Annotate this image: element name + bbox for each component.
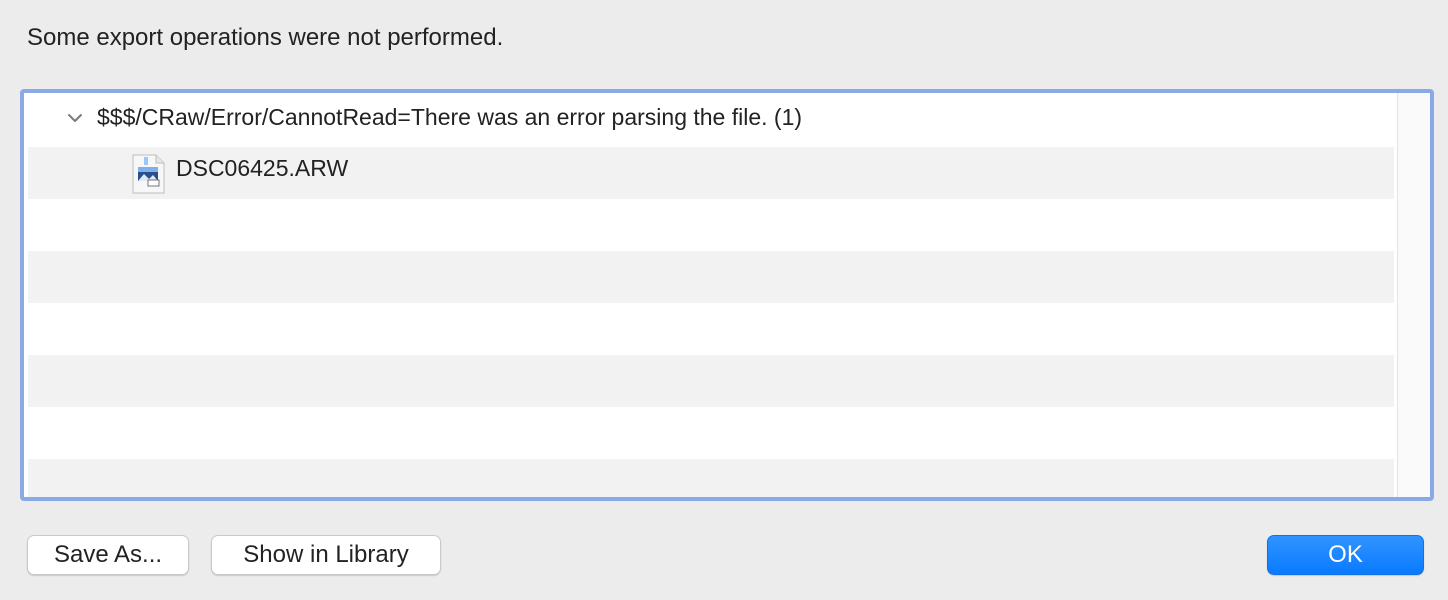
empty-row (28, 199, 1394, 251)
save-as-button[interactable]: Save As... (27, 535, 189, 575)
dialog-message: Some export operations were not performe… (27, 24, 504, 51)
ok-button[interactable]: OK (1267, 535, 1424, 575)
chevron-down-icon[interactable] (66, 109, 84, 127)
error-group-label: $$$/CRaw/Error/CannotRead=There was an e… (97, 104, 803, 130)
file-row[interactable]: DSC06425.ARW (28, 147, 1394, 199)
outline-list: $$$/CRaw/Error/CannotRead=There was an e… (28, 95, 1394, 497)
empty-row (28, 251, 1394, 303)
empty-row (28, 459, 1394, 497)
empty-row (28, 303, 1394, 355)
export-error-dialog: Some export operations were not performe… (0, 0, 1448, 600)
file-name-label: DSC06425.ARW (176, 155, 349, 181)
empty-row (28, 355, 1394, 407)
error-group-row[interactable]: $$$/CRaw/Error/CannotRead=There was an e… (28, 95, 1394, 147)
vertical-scrollbar[interactable] (1397, 93, 1430, 497)
show-in-library-button[interactable]: Show in Library (211, 535, 441, 575)
empty-row (28, 407, 1394, 459)
error-outline-view[interactable]: $$$/CRaw/Error/CannotRead=There was an e… (20, 89, 1434, 501)
raw-image-file-icon (132, 154, 165, 194)
